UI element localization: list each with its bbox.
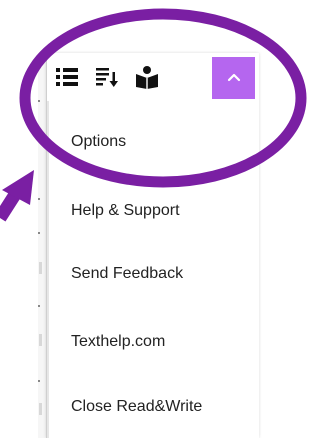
document-mark [38, 305, 40, 307]
menu-item-help-support[interactable]: Help & Support [71, 202, 180, 220]
document-mark [38, 198, 40, 200]
document-mark [38, 132, 40, 134]
sort-icon[interactable] [93, 63, 121, 91]
menu-left-border [47, 53, 49, 438]
reader-icon[interactable] [133, 63, 161, 91]
menu-item-texthelp[interactable]: Texthelp.com [71, 333, 165, 351]
readwrite-menu: Options Help & Support Send Feedback Tex… [46, 53, 259, 438]
chevron-up-icon [227, 69, 241, 87]
collapse-menu-button[interactable] [212, 57, 255, 99]
document-mark [39, 334, 42, 346]
document-mark [38, 100, 40, 102]
menu-item-send-feedback[interactable]: Send Feedback [71, 265, 183, 283]
menu-toolbar [47, 53, 259, 101]
annotation-arrow-shaft [0, 189, 22, 222]
document-mark [39, 403, 42, 415]
menu-item-options[interactable]: Options [71, 133, 126, 151]
list-icon[interactable] [53, 63, 81, 91]
document-mark [38, 380, 40, 382]
menu-item-close-readwrite[interactable]: Close Read&Write [71, 398, 202, 416]
annotation-arrow-head [2, 170, 34, 205]
document-mark [38, 232, 40, 234]
document-mark [39, 262, 42, 274]
